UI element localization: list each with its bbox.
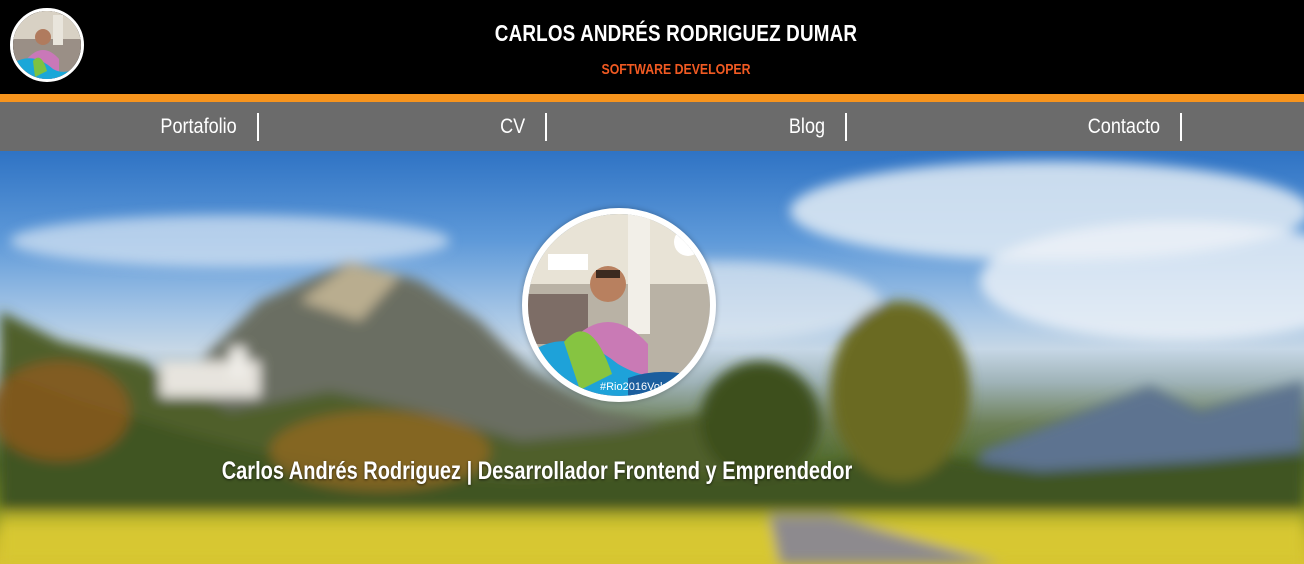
nav-item-label: Blog [788,115,825,138]
nav-item-portafolio[interactable]: Portafolio [140,113,259,141]
nav-item-label: CV [499,115,525,138]
nav-item-label: Portafolio [160,115,237,138]
hero-caption: Carlos Andrés Rodriguez | Desarrollador … [221,457,853,485]
nav-item-label: Contacto [1087,115,1160,138]
avatar-badge-text: #Rio2016Volu [600,381,669,393]
site-title: CARLOS ANDRÉS RODRIGUEZ DUMAR [494,20,858,46]
profile-photo-icon: #Rio2016Volu [528,214,710,396]
main-nav: Portafolio CV Blog Contacto [0,102,1304,151]
nav-item-blog[interactable]: Blog [770,113,847,141]
profile-photo-icon [13,11,81,79]
profile-avatar-large: #Rio2016Volu [522,208,716,402]
avatar[interactable] [10,8,84,82]
nav-item-cv[interactable]: CV [480,113,547,141]
accent-divider [0,94,1304,102]
nav-item-contacto[interactable]: Contacto [1065,113,1182,141]
site-header: CARLOS ANDRÉS RODRIGUEZ DUMAR SOFTWARE D… [0,0,1304,94]
hero-banner: #Rio2016Volu Carlos Andrés Rodriguez | D… [0,151,1304,564]
site-subtitle: SOFTWARE DEVELOPER [601,61,751,78]
